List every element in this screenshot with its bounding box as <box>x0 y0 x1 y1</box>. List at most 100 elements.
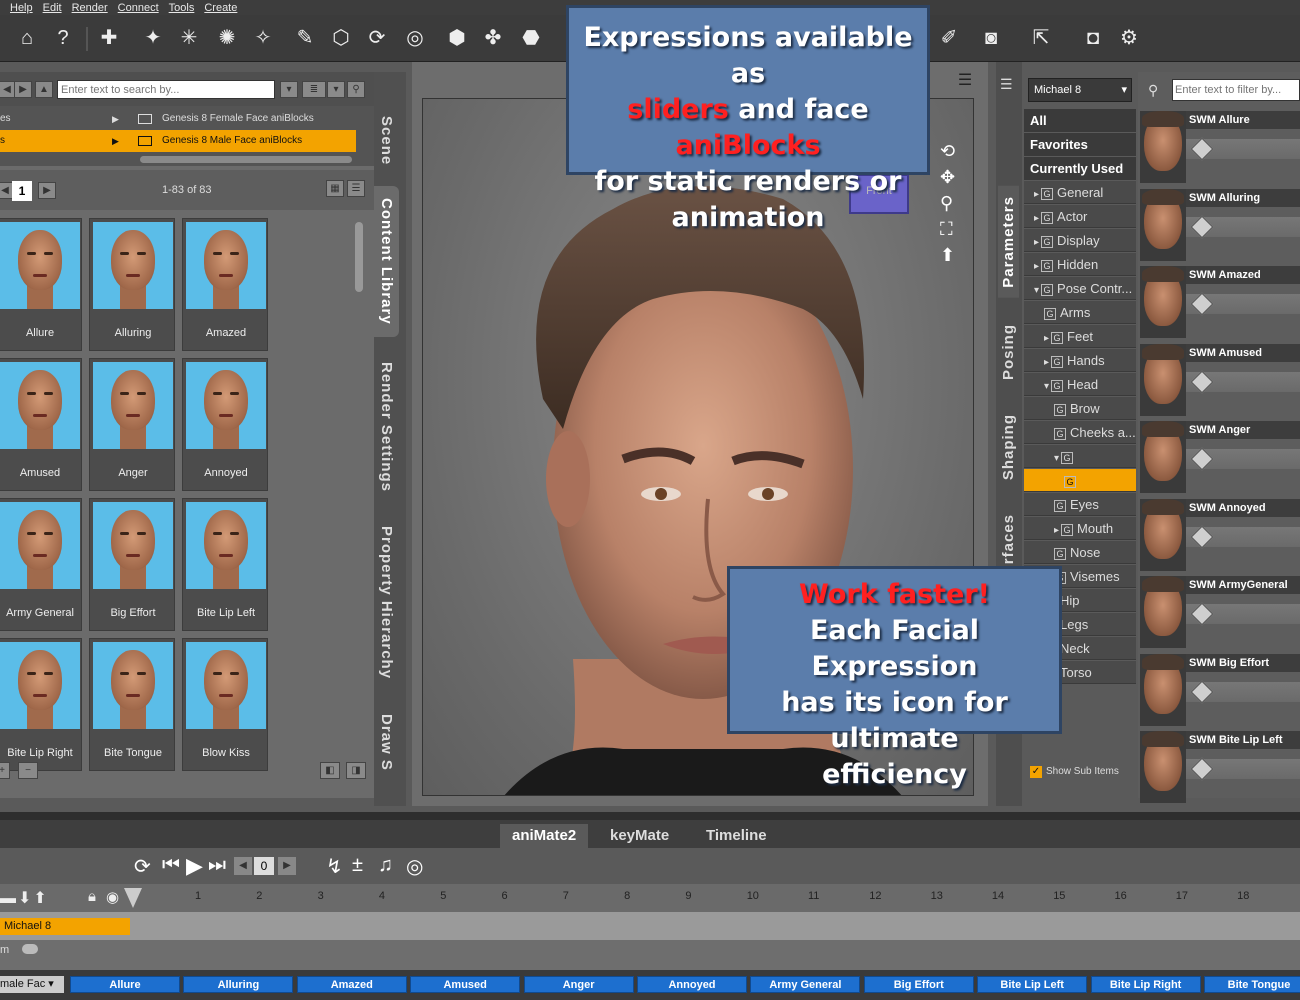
expand-icon[interactable]: ▾ <box>1044 381 1049 392</box>
track-label[interactable]: Michael 8 <box>0 918 130 935</box>
menu-create[interactable]: Create <box>204 2 237 14</box>
parameter-slider[interactable]: SWM Big Effort <box>1138 652 1300 727</box>
figure-selector[interactable]: Michael 8 ▾ <box>1028 78 1132 102</box>
tree-node[interactable]: ▸ G Mouth <box>1024 517 1136 540</box>
block-row-label[interactable]: male Fac ▾ <box>0 976 64 993</box>
render-camera-icon[interactable]: ◘ <box>1080 25 1106 51</box>
library-item[interactable]: Bite Lip Left <box>182 498 268 631</box>
aniblock[interactable]: Amused <box>410 976 521 993</box>
reset-view-icon[interactable]: ⬆ <box>940 245 955 266</box>
tab-timeline[interactable]: Timeline <box>694 824 779 848</box>
tab-posing[interactable]: Posing <box>1000 324 1017 380</box>
menu-edit[interactable]: Edit <box>43 2 62 14</box>
parameter-slider[interactable]: SWM Anger <box>1138 419 1300 494</box>
library-item[interactable]: Allure <box>0 218 82 351</box>
tab-scene[interactable]: Scene <box>378 116 395 165</box>
frame-icon[interactable]: ⛶ <box>940 219 953 240</box>
splitter[interactable] <box>0 812 1300 820</box>
library-item[interactable]: Bite Lip Right <box>0 638 82 771</box>
loop-icon[interactable]: ⟳ <box>134 854 151 879</box>
next-page-icon[interactable]: ▶ <box>38 182 56 199</box>
add-key-icon[interactable]: ± <box>352 854 363 877</box>
bake-icon[interactable]: ↯ <box>326 854 343 879</box>
target-icon[interactable]: ◎ <box>406 854 423 879</box>
expand-icon[interactable]: ▾ <box>1034 285 1039 296</box>
tree-node[interactable]: All <box>1024 109 1136 132</box>
aniblock[interactable]: Allure <box>70 976 180 993</box>
joint-tool-icon[interactable]: ✳ <box>176 25 202 51</box>
aniblock[interactable]: Annoyed <box>637 976 747 993</box>
parameter-slider[interactable]: SWM Alluring <box>1138 187 1300 262</box>
pan-icon[interactable]: ✥ <box>940 167 955 188</box>
tab-parameters[interactable]: Parameters <box>998 186 1019 298</box>
up-icon[interactable]: ▲ <box>35 81 53 98</box>
tree-node[interactable]: ▾ G Head <box>1024 373 1136 396</box>
tree-node[interactable]: G Nose <box>1024 541 1136 564</box>
expand-icon[interactable]: ▸ <box>1034 213 1039 224</box>
tool-a-icon[interactable]: ◧ <box>320 762 340 779</box>
surface-icon[interactable]: ⬣ <box>518 25 544 51</box>
tree-node[interactable]: GSimonWM <box>1024 469 1136 511</box>
folder-row-male[interactable]: s ▶ Genesis 8 Male Face aniBlocks <box>0 130 356 152</box>
help-icon[interactable]: ? <box>50 25 76 51</box>
parameter-slider[interactable]: SWM Annoyed <box>1138 497 1300 572</box>
remove-icon[interactable]: − <box>18 762 38 779</box>
bone-icon[interactable]: ✤ <box>480 25 506 51</box>
tab-render-settings[interactable]: Render Settings <box>378 362 395 492</box>
eye-icon[interactable]: ◉ <box>106 888 119 906</box>
library-item[interactable]: Blow Kiss <box>182 638 268 771</box>
search-icon[interactable]: ⚲ <box>347 81 365 98</box>
frame-input[interactable]: 0 <box>254 857 274 875</box>
expand-icon[interactable]: ▸ <box>1044 333 1049 344</box>
folder-hscroll[interactable] <box>140 156 352 163</box>
menu-help[interactable]: Help <box>10 2 33 14</box>
library-item[interactable]: Amused <box>0 358 82 491</box>
render-settings-icon[interactable]: ⚙ <box>1116 25 1142 51</box>
param-filter-input[interactable] <box>1172 79 1300 101</box>
lock-icon[interactable]: 🔒︎ <box>88 888 96 905</box>
aniblock[interactable]: Amazed <box>296 976 407 993</box>
aniblock[interactable]: Bite Lip Right <box>1090 976 1201 993</box>
panel-menu-icon[interactable]: ☰ <box>1000 76 1018 93</box>
node-tool-icon[interactable]: ✎ <box>292 25 318 51</box>
list-view-icon[interactable]: ☰ <box>347 180 365 197</box>
next-frame-icon[interactable]: ▶ <box>278 857 296 875</box>
animation-subtrack[interactable]: m <box>0 940 1300 970</box>
tab-keymate[interactable]: keyMate <box>598 824 681 848</box>
tree-node[interactable]: ▸ G Display <box>1024 229 1136 252</box>
tab-content-library[interactable]: Content Library <box>374 186 399 337</box>
tree-node[interactable]: ▾ G Pose Contr... <box>1024 277 1136 300</box>
geometry-icon[interactable]: ⬢ <box>444 25 470 51</box>
expand-icon[interactable]: ▸ <box>1034 237 1039 248</box>
library-item[interactable]: Amazed <box>182 218 268 351</box>
library-item[interactable]: Army General <box>0 498 82 631</box>
edit-render-icon[interactable]: ✐ <box>936 25 962 51</box>
tree-node[interactable]: ▾GExpressi... <box>1024 445 1136 489</box>
track-arrows-icon[interactable]: ▬⬇⬆ <box>0 888 49 908</box>
transform-icon[interactable]: ⬡ <box>328 25 354 51</box>
menu-render[interactable]: Render <box>72 2 108 14</box>
forward-icon[interactable]: ▶ <box>14 81 32 98</box>
aniblock[interactable]: Bite Tongue <box>1204 976 1300 993</box>
prev-frame-icon[interactable]: ◀ <box>234 857 252 875</box>
tree-node[interactable]: G Cheeks a... <box>1024 421 1136 444</box>
aniblock[interactable]: Alluring <box>183 976 294 993</box>
home-icon[interactable]: ⌂ <box>14 25 40 51</box>
expand-icon[interactable]: ▸ <box>1034 261 1039 272</box>
play-icon[interactable]: ▶ <box>186 853 203 879</box>
tree-node[interactable]: ▸ G Hidden <box>1024 253 1136 276</box>
audio-icon[interactable]: ♫ <box>378 854 393 877</box>
library-item[interactable]: Bite Tongue <box>89 638 175 771</box>
library-search-input[interactable] <box>57 80 275 99</box>
tab-shaping[interactable]: Shaping <box>1000 414 1017 480</box>
aniblock[interactable]: Big Effort <box>863 976 974 993</box>
tab-property-hierarchy[interactable]: Property Hierarchy <box>378 526 395 679</box>
menu-connect[interactable]: Connect <box>118 2 159 14</box>
target-tool-icon[interactable]: ✧ <box>250 25 276 51</box>
expand-icon[interactable]: ▸ <box>1034 189 1039 200</box>
region-icon[interactable]: ◎ <box>402 25 428 51</box>
pose-tool-icon[interactable]: ✦ <box>140 25 166 51</box>
animation-track[interactable]: Michael 8 <box>0 912 1300 940</box>
zoom-icon[interactable]: ⚲ <box>940 193 953 214</box>
tree-node[interactable]: ▸ G Actor <box>1024 205 1136 228</box>
